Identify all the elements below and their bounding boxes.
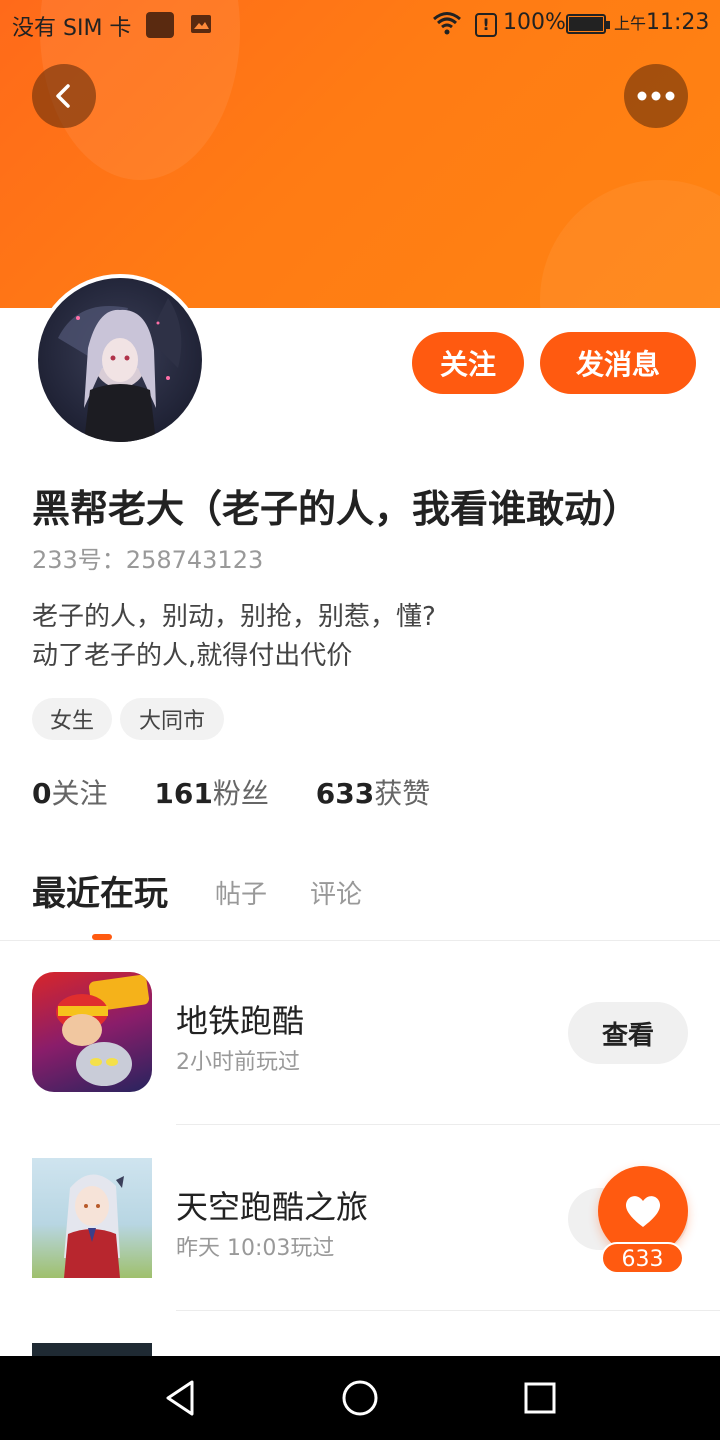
game-last-played: 昨天 10:03玩过 [176, 1236, 335, 1261]
following-stat[interactable]: 0关注 [32, 772, 108, 812]
nav-back-button[interactable] [156, 1374, 204, 1422]
battery-percent: 100% [503, 10, 566, 35]
followers-count: 161 [154, 777, 213, 810]
list-divider [176, 1310, 720, 1311]
tab-comments[interactable]: 评论 [310, 874, 362, 911]
game-last-played: 2小时前玩过 [176, 1050, 300, 1075]
likes-label: 获赞 [374, 777, 431, 810]
tabs-divider [0, 940, 720, 941]
followers-label: 粉丝 [212, 777, 269, 810]
following-label: 关注 [51, 777, 108, 810]
likes-stat[interactable]: 633获赞 [316, 772, 430, 812]
clock-time: 11:23 [646, 10, 710, 35]
profile-name: 黑帮老大（老子的人，我看谁敢动） [32, 487, 641, 531]
avatar[interactable] [34, 274, 206, 446]
likes-count: 633 [315, 777, 375, 810]
like-count-badge: 633 [601, 1242, 684, 1274]
carrier-label: 没有 SIM 卡 [12, 16, 132, 41]
banner-decoration [540, 180, 720, 308]
circle-home-icon [342, 1380, 378, 1416]
bio-line: 老子的人，别动，别抢，别惹，懂? [32, 602, 436, 632]
avatar-image [38, 278, 202, 442]
game-icon-subway-surfers[interactable] [32, 972, 152, 1092]
chevron-left-icon [56, 84, 70, 108]
nav-home-button[interactable] [336, 1374, 384, 1422]
clock: 上午11:23 [614, 10, 709, 35]
followers-stat[interactable]: 161粉丝 [154, 772, 268, 812]
wifi-icon [433, 12, 461, 35]
nav-recents-button[interactable] [516, 1374, 564, 1422]
status-bar: 没有 SIM 卡 ! 100% 上午11:23 [0, 0, 720, 50]
heart-icon [625, 1196, 661, 1227]
game-icon-sky-parkour[interactable] [32, 1158, 152, 1278]
profile-bio: 老子的人，别动，别抢，别惹，懂? 动了老子的人,就得付出代价 [32, 598, 436, 676]
list-divider [176, 1124, 720, 1125]
tab-recently-played[interactable]: 最近在玩 [32, 866, 168, 915]
triangle-back-icon [166, 1380, 194, 1416]
gender-tag: 女生 [32, 698, 112, 740]
following-count: 0 [32, 777, 52, 810]
notification-app-icon [146, 12, 174, 38]
follow-button[interactable]: 关注 [412, 332, 524, 394]
profile-stats: 0关注 161粉丝 633获赞 [32, 772, 468, 812]
square-recents-icon [524, 1382, 556, 1414]
view-game-button[interactable]: 查看 [568, 1002, 688, 1064]
clock-ampm: 上午 [614, 14, 647, 33]
battery-icon [566, 14, 610, 34]
game-title[interactable]: 天空跑酷之旅 [176, 1182, 368, 1228]
user-id: 233号：258743123 [32, 546, 264, 574]
back-button[interactable] [32, 64, 96, 128]
send-message-button[interactable]: 发消息 [540, 332, 696, 394]
alert-icon: ! [475, 13, 497, 37]
game-title[interactable]: 地铁跑酷 [176, 996, 304, 1042]
game-icon[interactable] [32, 1343, 152, 1357]
more-horizontal-icon [637, 91, 675, 101]
bio-line: 动了老子的人,就得付出代价 [32, 641, 353, 671]
location-tag: 大同市 [120, 698, 224, 740]
more-options-button[interactable] [624, 64, 688, 128]
tab-posts[interactable]: 帖子 [215, 874, 267, 911]
system-navigation-bar [0, 1356, 720, 1440]
image-notification-icon [191, 15, 211, 33]
